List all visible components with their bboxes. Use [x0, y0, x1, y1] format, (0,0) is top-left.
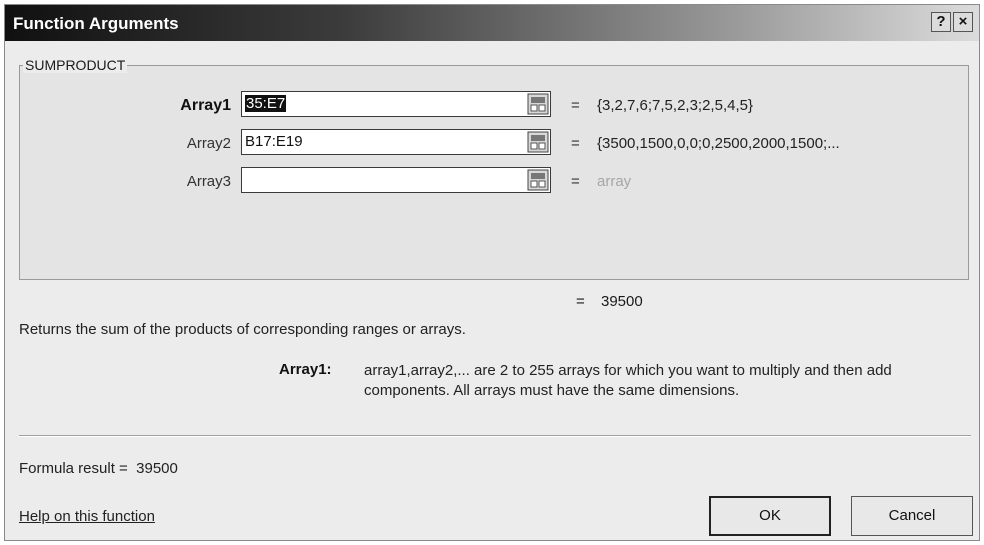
close-icon[interactable]: × [953, 12, 973, 32]
array1-input[interactable]: 35:E7 [241, 91, 551, 117]
formula-result-label: Formula result = [19, 460, 128, 477]
array3-label: Array3 [186, 173, 231, 190]
function-name-label: SUMPRODUCT [23, 57, 128, 73]
collapse-dialog-icon[interactable] [527, 93, 549, 115]
ok-button[interactable]: OK [709, 496, 831, 536]
array2-result: {3500,1500,0,0;0,2500,2000,1500;... [597, 135, 840, 152]
array3-result: array [597, 173, 632, 190]
array2-equals: = [571, 135, 580, 152]
array1-result: {3,2,7,6;7,5,2,3;2,5,4,5} [597, 97, 753, 114]
array3-input[interactable] [241, 167, 551, 193]
array1-label: Array1 [180, 97, 231, 114]
array3-equals: = [571, 173, 580, 190]
divider [19, 435, 971, 437]
function-result: 39500 [601, 293, 643, 310]
cancel-button[interactable]: Cancel [851, 496, 973, 536]
array2-input[interactable]: B17:E19 [241, 129, 551, 155]
array2-label: Array2 [186, 135, 231, 152]
help-icon[interactable]: ? [931, 12, 951, 32]
result-equals: = [576, 293, 585, 310]
dialog-title: Function Arguments [13, 14, 179, 33]
formula-result-value: 39500 [136, 460, 178, 477]
function-description: Returns the sum of the products of corre… [19, 321, 466, 338]
argument-help-text: array1,array2,... are 2 to 255 arrays fo… [364, 362, 892, 399]
collapse-dialog-icon[interactable] [527, 131, 549, 153]
array1-equals: = [571, 97, 580, 114]
collapse-dialog-icon[interactable] [527, 169, 549, 191]
title-bar[interactable]: Function Arguments ? × [5, 5, 979, 41]
array1-value: 35:E7 [245, 95, 287, 112]
formula-result: Formula result = 39500 [19, 460, 178, 477]
function-arguments-dialog: Function Arguments ? × SUMPRODUCT Array1… [4, 4, 980, 541]
help-on-function-link[interactable]: Help on this function [19, 508, 155, 525]
argument-help-label: Array1: [279, 361, 332, 378]
